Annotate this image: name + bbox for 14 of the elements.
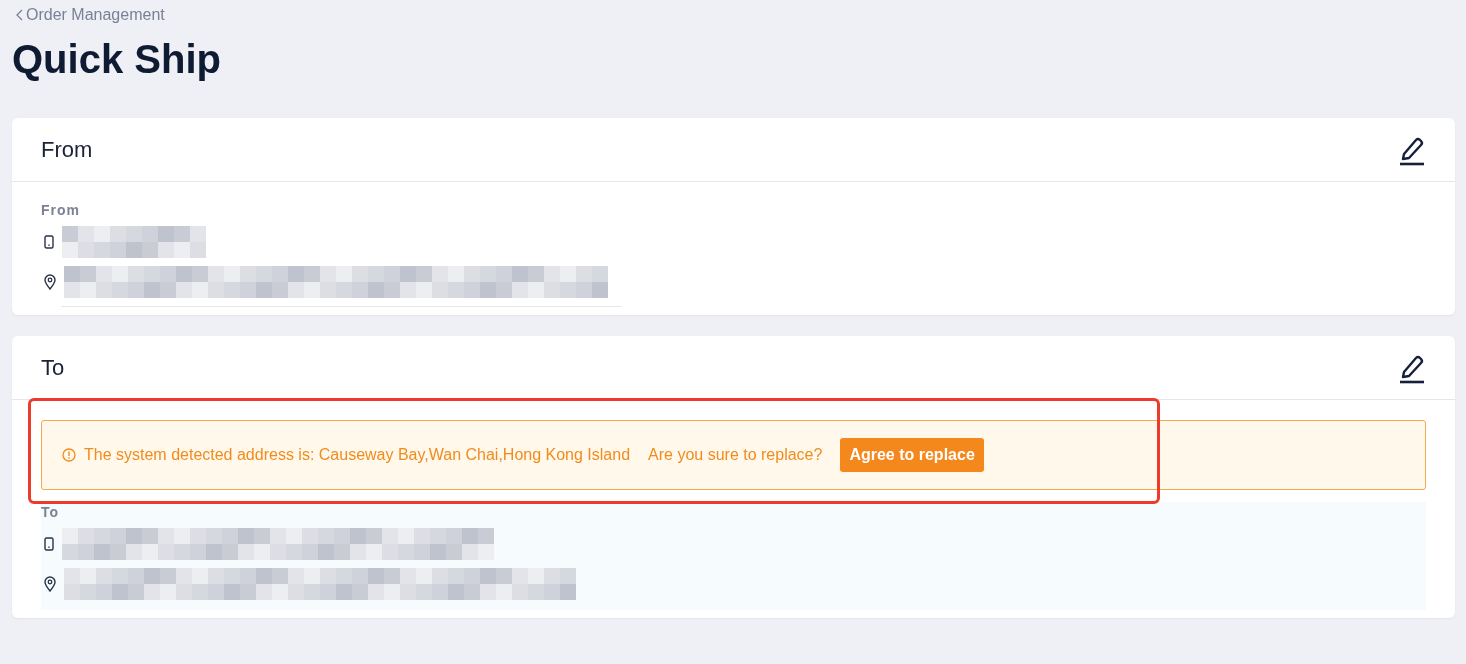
chevron-left-icon: [16, 9, 23, 21]
page-title: Quick Ship: [12, 37, 222, 82]
card-title: From: [41, 136, 93, 163]
alert-question: Are you sure to replace?: [648, 446, 823, 464]
alert-message: The system detected address is: Causeway Bay,Wan Chai,Hong Kong Island: [84, 446, 631, 464]
phone-icon: [44, 537, 54, 551]
section-label: From: [41, 202, 81, 218]
phone-icon: [44, 235, 54, 249]
card-title: To: [41, 354, 65, 381]
section-label: To: [41, 504, 61, 520]
info-icon: [62, 448, 76, 462]
location-pin-icon: [44, 576, 56, 592]
agree-button[interactable]: Agree to replace: [840, 438, 984, 472]
location-pin-icon: [44, 274, 56, 290]
